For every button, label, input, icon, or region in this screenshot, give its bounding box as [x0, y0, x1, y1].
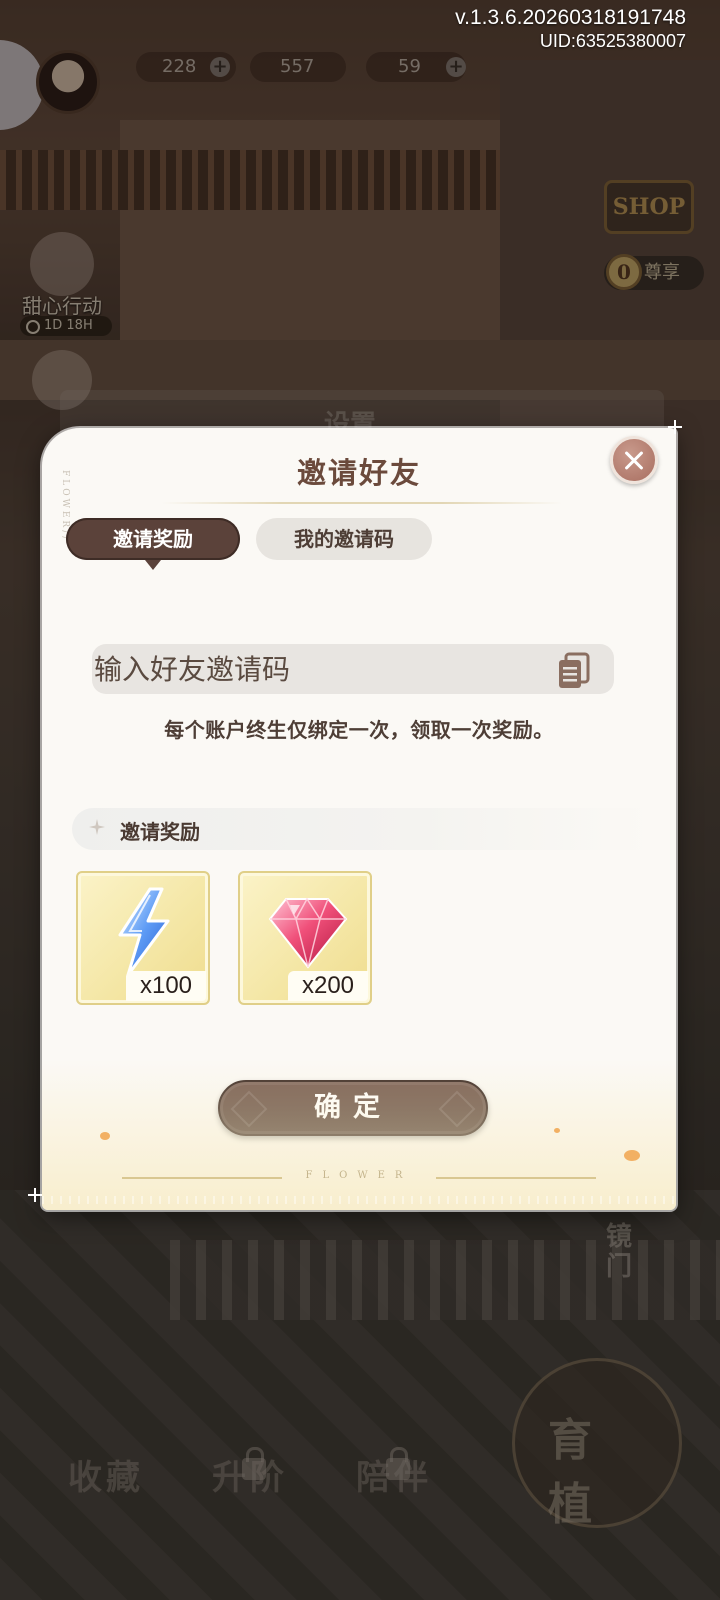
- binding-note: 每个账户终生仅绑定一次，领取一次奖励。: [164, 718, 554, 742]
- clipboard-paste-icon[interactable]: [554, 650, 594, 690]
- petal-decoration: [554, 1128, 560, 1133]
- invite-friends-dialog: FLOWER// 邀请好友 邀请奖励 我的邀请码 每个账户终生仅绑定一次，领取一…: [42, 428, 676, 1210]
- ruby-gem-icon: [268, 897, 348, 969]
- version-build: v.1.3.6.20260318191748: [455, 6, 686, 29]
- lightning-energy-icon: [118, 887, 170, 977]
- dialog-title: 邀请好友: [296, 456, 421, 490]
- close-button[interactable]: [610, 436, 658, 484]
- reward-item-energy[interactable]: x100: [76, 871, 210, 1005]
- title-divider: [162, 502, 562, 504]
- tab-invite-rewards[interactable]: 邀请奖励: [66, 518, 240, 570]
- rewards-section-header: 邀请奖励: [72, 808, 652, 850]
- petal-decoration: [624, 1150, 640, 1161]
- rewards-section-label: 邀请奖励: [120, 820, 200, 844]
- reward-count: x200: [288, 971, 368, 1001]
- version-info: v.1.3.6.20260318191748 UID:63525380007: [455, 6, 686, 52]
- sparkle-decoration: [668, 420, 682, 434]
- petal-decoration: [100, 1132, 110, 1140]
- user-id: UID:63525380007: [539, 31, 686, 51]
- footer-decoration: FLOWER: [305, 1170, 413, 1181]
- tab-my-invite-code[interactable]: 我的邀请码: [256, 518, 432, 560]
- invite-code-input[interactable]: [92, 644, 614, 694]
- sparkle-decoration: [28, 1188, 42, 1202]
- confirm-button[interactable]: 确定: [218, 1080, 488, 1136]
- sparkle-icon: [89, 819, 105, 835]
- reward-item-gem[interactable]: x200: [238, 871, 372, 1005]
- reward-count: x100: [126, 971, 206, 1001]
- sparkle-border-decoration: [42, 1196, 676, 1204]
